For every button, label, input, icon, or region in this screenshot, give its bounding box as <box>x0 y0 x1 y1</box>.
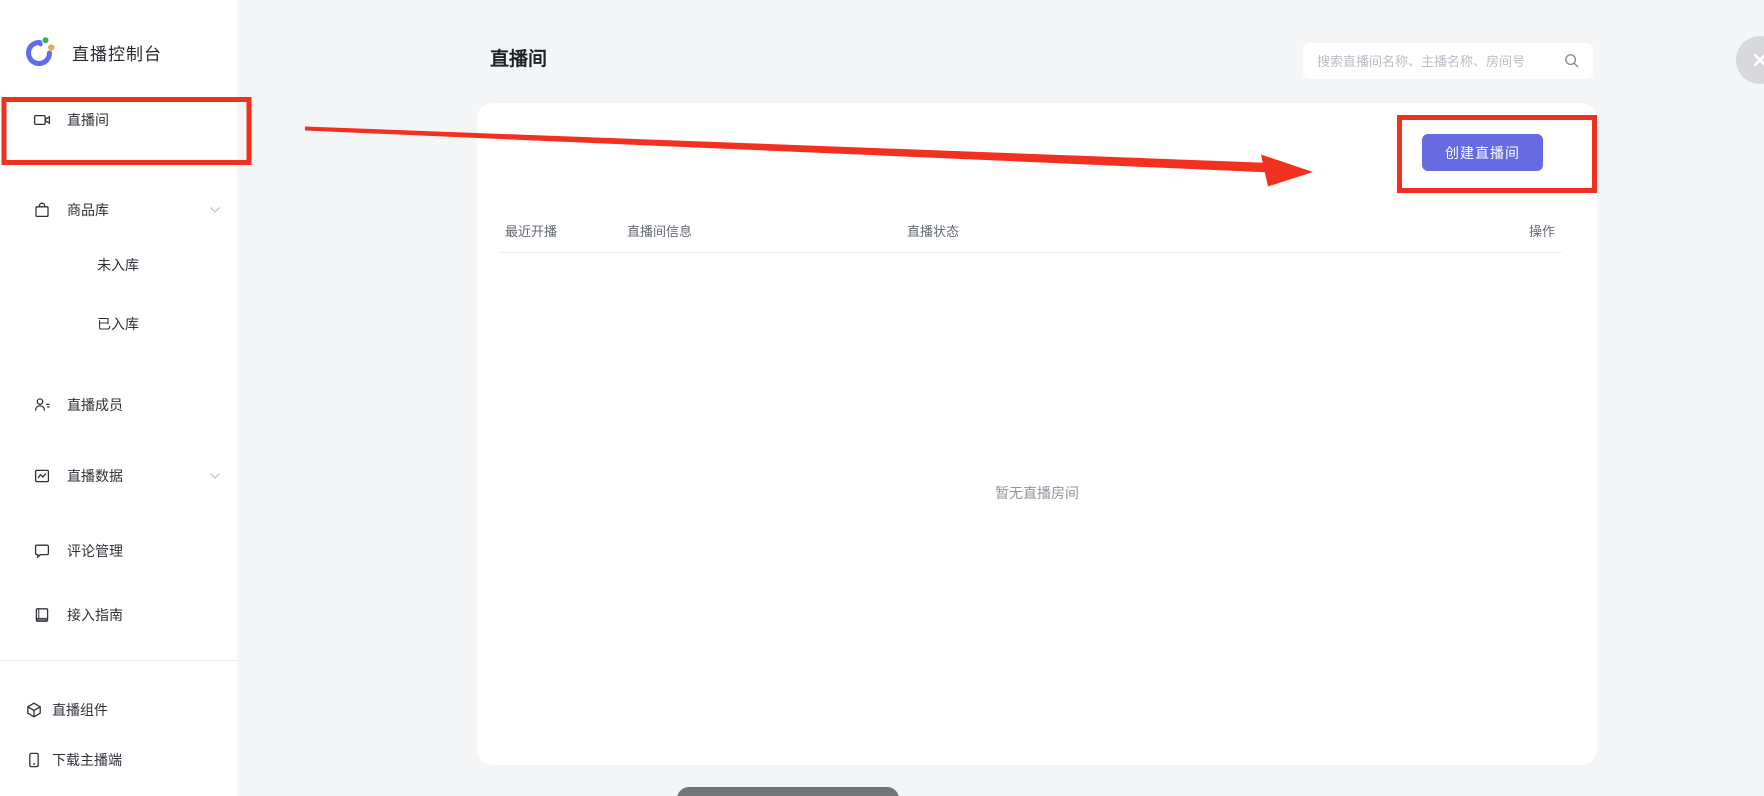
sidebar-item-label: 商品库 <box>67 200 109 220</box>
page-title: 直播间 <box>490 44 547 71</box>
shopping-bag-icon <box>33 201 51 219</box>
empty-state-text: 暂无直播房间 <box>477 483 1597 503</box>
app-title: 直播控制台 <box>72 40 162 65</box>
sidebar-item-label: 直播间 <box>67 110 109 130</box>
sidebar-item-label: 已入库 <box>97 314 139 334</box>
table-header-divider <box>500 252 1562 253</box>
sidebar-item-integration-guide[interactable]: 接入指南 <box>0 597 237 633</box>
sidebar: 直播控制台 直播间 商品库 未入库 已入库 <box>0 0 237 796</box>
sidebar-item-label: 评论管理 <box>67 541 123 561</box>
sidebar-item-not-in-library[interactable]: 未入库 <box>0 247 237 283</box>
book-icon <box>33 606 51 624</box>
sidebar-divider <box>0 660 237 661</box>
sidebar-item-comment-management[interactable]: 评论管理 <box>0 533 237 569</box>
create-live-room-button[interactable]: 创建直播间 <box>1422 134 1543 171</box>
brand: 直播控制台 <box>25 36 162 68</box>
close-circle-button[interactable] <box>1736 36 1764 84</box>
sidebar-item-label: 未入库 <box>97 255 139 275</box>
sidebar-item-product-library[interactable]: 商品库 <box>0 192 237 228</box>
video-camera-icon <box>33 111 51 129</box>
sidebar-item-label: 下载主播端 <box>52 750 122 770</box>
smartphone-icon <box>25 751 43 769</box>
sidebar-item-live-members[interactable]: 直播成员 <box>0 387 237 423</box>
sidebar-item-label: 直播数据 <box>67 466 123 486</box>
speech-bubble-icon <box>33 542 51 560</box>
sidebar-item-live-data[interactable]: 直播数据 <box>0 458 237 494</box>
search-icon[interactable] <box>1563 52 1581 70</box>
chevron-down-icon <box>209 206 221 214</box>
search-box <box>1303 43 1593 79</box>
cube-icon <box>25 701 43 719</box>
chart-icon <box>33 467 51 485</box>
table-header-row: 最近开播 直播间信息 直播状态 操作 <box>477 221 1597 243</box>
sidebar-item-label: 直播成员 <box>67 395 123 415</box>
sidebar-item-in-library[interactable]: 已入库 <box>0 306 237 342</box>
column-header-recent-broadcast: 最近开播 <box>505 221 557 240</box>
sidebar-item-label: 接入指南 <box>67 605 123 625</box>
sidebar-item-download-host-app[interactable]: 下载主播端 <box>0 742 237 778</box>
live-room-card: 创建直播间 最近开播 直播间信息 直播状态 操作 暂无直播房间 <box>477 103 1597 765</box>
column-header-live-status: 直播状态 <box>907 221 959 240</box>
member-icon <box>33 396 51 414</box>
sidebar-item-live-components[interactable]: 直播组件 <box>0 692 237 728</box>
column-header-actions: 操作 <box>1529 221 1555 240</box>
column-header-room-info: 直播间信息 <box>627 221 692 240</box>
sidebar-item-live-room[interactable]: 直播间 <box>0 102 237 138</box>
sidebar-item-label: 直播组件 <box>52 700 108 720</box>
search-input[interactable] <box>1303 54 1563 69</box>
chevron-down-icon <box>209 472 221 480</box>
bottom-toolbar-pill[interactable] <box>677 787 899 796</box>
app-logo-icon <box>25 37 55 67</box>
close-icon <box>1751 51 1764 69</box>
